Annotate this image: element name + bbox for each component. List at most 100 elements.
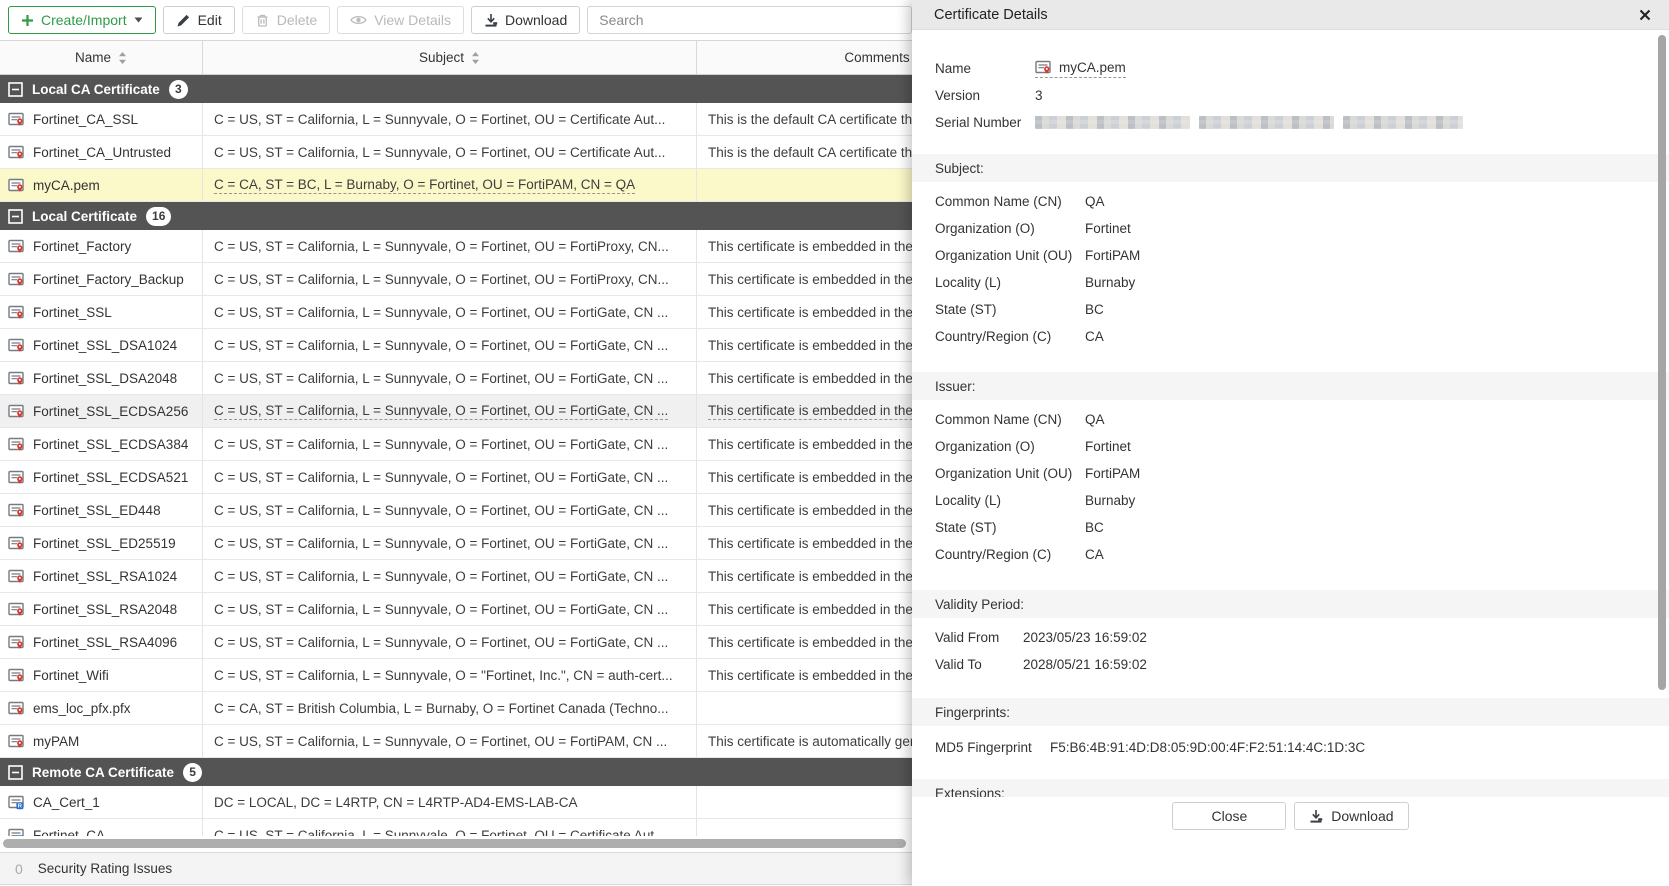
column-header-comments[interactable]: Comments [697, 41, 912, 74]
detail-label: MD5 Fingerprint [935, 740, 1050, 755]
certificate-icon [8, 700, 25, 717]
detail-label: Common Name (CN) [935, 412, 1085, 427]
comment-cell: This certificate is embedded in the hard… [697, 362, 912, 394]
table-row[interactable]: Fortinet_SSL_RSA2048C = US, ST = Califor… [0, 593, 912, 626]
close-button-label: Close [1211, 808, 1247, 824]
certificate-details-panel: Certificate Details NamemyCA.pemVersion3… [912, 0, 1669, 886]
collapse-icon[interactable] [8, 209, 23, 224]
download-button[interactable]: Download [471, 6, 580, 34]
table-row[interactable]: ems_loc_pfx.pfxC = CA, ST = British Colu… [0, 692, 912, 725]
detail-value: 2023/05/23 16:59:02 [1023, 630, 1147, 645]
subject-cell: C = US, ST = California, L = Sunnyvale, … [203, 494, 697, 526]
certificate-name: Fortinet_SSL_ECDSA384 [33, 437, 188, 452]
collapse-icon[interactable] [8, 765, 23, 780]
certificate-comment: This certificate is embedded in the hard… [708, 437, 912, 452]
comment-cell: This certificate is embedded in the hard… [697, 428, 912, 460]
name-cell: Fortinet_Factory_Backup [0, 263, 203, 295]
table-row[interactable]: Fortinet_SSL_ECDSA521 C = US, ST = Califo… [0, 461, 912, 494]
certificate-list-region: Create/Import Edit Delete View Details D… [0, 0, 912, 886]
detail-row: Organization Unit (OU)FortiPAM [912, 460, 1669, 487]
section-band: Extensions: [912, 779, 1669, 797]
certificate-icon [8, 111, 25, 128]
delete-button[interactable]: Delete [242, 6, 330, 34]
table-row[interactable]: Fortinet_SSL_RSA4096C = US, ST = Califor… [0, 626, 912, 659]
certificate-name: Fortinet_SSL_ECDSA256 [33, 404, 188, 419]
certificate-subject: C = US, ST = California, L = Sunnyvale, … [214, 470, 668, 485]
section-label: Local Certificate [32, 209, 137, 224]
table-row[interactable]: myCA.pemC = CA, ST = BC, L = Burnaby, O … [0, 169, 912, 202]
section-band: Issuer: [912, 372, 1669, 400]
edit-button[interactable]: Edit [163, 6, 235, 34]
table-row[interactable]: Fortinet_FactoryC = US, ST = California,… [0, 230, 912, 263]
detail-value: QA [1085, 194, 1105, 209]
certificate-icon [8, 436, 25, 453]
detail-value: FortiPAM [1085, 466, 1140, 481]
table-row[interactable]: Fortinet_SSL_ED448C = US, ST = Californi… [0, 494, 912, 527]
create-import-button[interactable]: Create/Import [8, 6, 156, 34]
table-row[interactable]: RCA_Cert_1DC = LOCAL, DC = L4RTP, CN = L… [0, 786, 912, 819]
panel-title: Certificate Details [934, 7, 1639, 23]
name-cell: Fortinet_SSL_ECDSA521 [0, 461, 203, 493]
detail-label: Valid To [935, 657, 1023, 672]
name-cell: Fortinet_SSL_RSA4096 [0, 626, 203, 658]
subject-cell: DC = LOCAL, DC = L4RTP, CN = L4RTP-AD4-E… [203, 786, 697, 818]
table-row[interactable]: Fortinet_SSL_DSA2048C = US, ST = Califor… [0, 362, 912, 395]
close-button[interactable]: Close [1172, 802, 1286, 830]
certificate-subject: C = US, ST = California, L = Sunnyvale, … [214, 272, 669, 287]
table-row[interactable]: myPAMC = US, ST = California, L = Sunnyv… [0, 725, 912, 758]
certificate-name-value[interactable]: myCA.pem [1035, 59, 1126, 78]
edit-label: Edit [198, 12, 222, 28]
table-row[interactable]: Fortinet_CA_SSLC = US, ST = California, … [0, 103, 912, 136]
horizontal-scrollbar-thumb[interactable] [3, 839, 906, 848]
count-badge: 16 [146, 207, 171, 226]
collapse-icon[interactable] [8, 82, 23, 97]
comment-cell: This certificate is embedded in the hard… [697, 527, 912, 559]
view-details-button[interactable]: View Details [337, 6, 464, 34]
table-row[interactable]: Fortinet_SSL_DSA1024C = US, ST = Califor… [0, 329, 912, 362]
subject-cell: C = US, ST = California, L = Sunnyvale, … [203, 819, 697, 836]
column-header-name[interactable]: Name [0, 41, 203, 74]
name-cell: myPAM [0, 725, 203, 757]
table-row[interactable]: Fortinet_WifiC = US, ST = California, L … [0, 659, 912, 692]
certificate-comment: This certificate is embedded in the hard… [708, 536, 912, 551]
table-row[interactable]: Fortinet_CA_UntrustedC = US, ST = Califo… [0, 136, 912, 169]
close-icon[interactable] [1639, 9, 1651, 21]
certificate-subject: C = US, ST = California, L = Sunnyvale, … [214, 503, 668, 518]
section-header[interactable]: Remote CA Certificate5 [0, 758, 912, 786]
section-header[interactable]: Local CA Certificate3 [0, 75, 912, 103]
detail-label: Country/Region (C) [935, 329, 1085, 344]
certificate-subject: C = US, ST = California, L = Sunnyvale, … [214, 602, 668, 617]
certificate-name: Fortinet_CA_SSL [33, 112, 138, 127]
comments-column-label: Comments [844, 50, 909, 65]
create-import-label: Create/Import [41, 12, 127, 28]
panel-header: Certificate Details [912, 0, 1669, 30]
certificate-comment: This is the default CA certificate the S… [708, 112, 912, 127]
name-cell: Fortinet_SSL [0, 296, 203, 328]
table-row[interactable]: Fortinet_Factory_Backup C = US, ST = Cali… [0, 263, 912, 296]
security-rating-label[interactable]: Security Rating Issues [38, 861, 172, 876]
comment-cell: This certificate is embedded in the hard… [697, 560, 912, 592]
subject-cell: C = US, ST = California, L = Sunnyvale, … [203, 362, 697, 394]
certificate-icon [8, 568, 25, 585]
detail-value: BC [1085, 520, 1104, 535]
certificate-table: Name Subject Comments Local CA Certifica… [0, 40, 912, 836]
detail-label: Organization (O) [935, 439, 1085, 454]
panel-scrollbar-thumb[interactable] [1658, 35, 1666, 690]
certificate-icon [8, 144, 25, 161]
table-row[interactable]: Fortinet_SSL_ED25519C = US, ST = Califor… [0, 527, 912, 560]
name-cell: Fortinet_Factory [0, 230, 203, 262]
detail-label: State (ST) [935, 302, 1085, 317]
table-row[interactable]: RFortinet_CAC = US, ST = California, L =… [0, 819, 912, 836]
panel-download-button[interactable]: Download [1294, 802, 1408, 830]
section-header[interactable]: Local Certificate 16 [0, 202, 912, 230]
table-row[interactable]: Fortinet_SSL_ECDSA256C = US, ST = Califo… [0, 395, 912, 428]
table-row[interactable]: Fortinet_SSL_ECDSA384C = US, ST = Califo… [0, 428, 912, 461]
certificate-icon: R [8, 794, 25, 811]
comment-cell [697, 169, 912, 201]
search-input[interactable] [587, 6, 912, 34]
table-row[interactable]: Fortinet_SSLC = US, ST = California, L =… [0, 296, 912, 329]
column-header-subject[interactable]: Subject [203, 41, 697, 74]
table-row[interactable]: Fortinet_SSL_RSA1024C = US, ST = Califor… [0, 560, 912, 593]
detail-value: F5:B6:4B:91:4D:D8:05:9D:00:4F:F2:51:14:4… [1050, 740, 1365, 755]
comment-cell: This certificate is embedded in the hard… [697, 626, 912, 658]
